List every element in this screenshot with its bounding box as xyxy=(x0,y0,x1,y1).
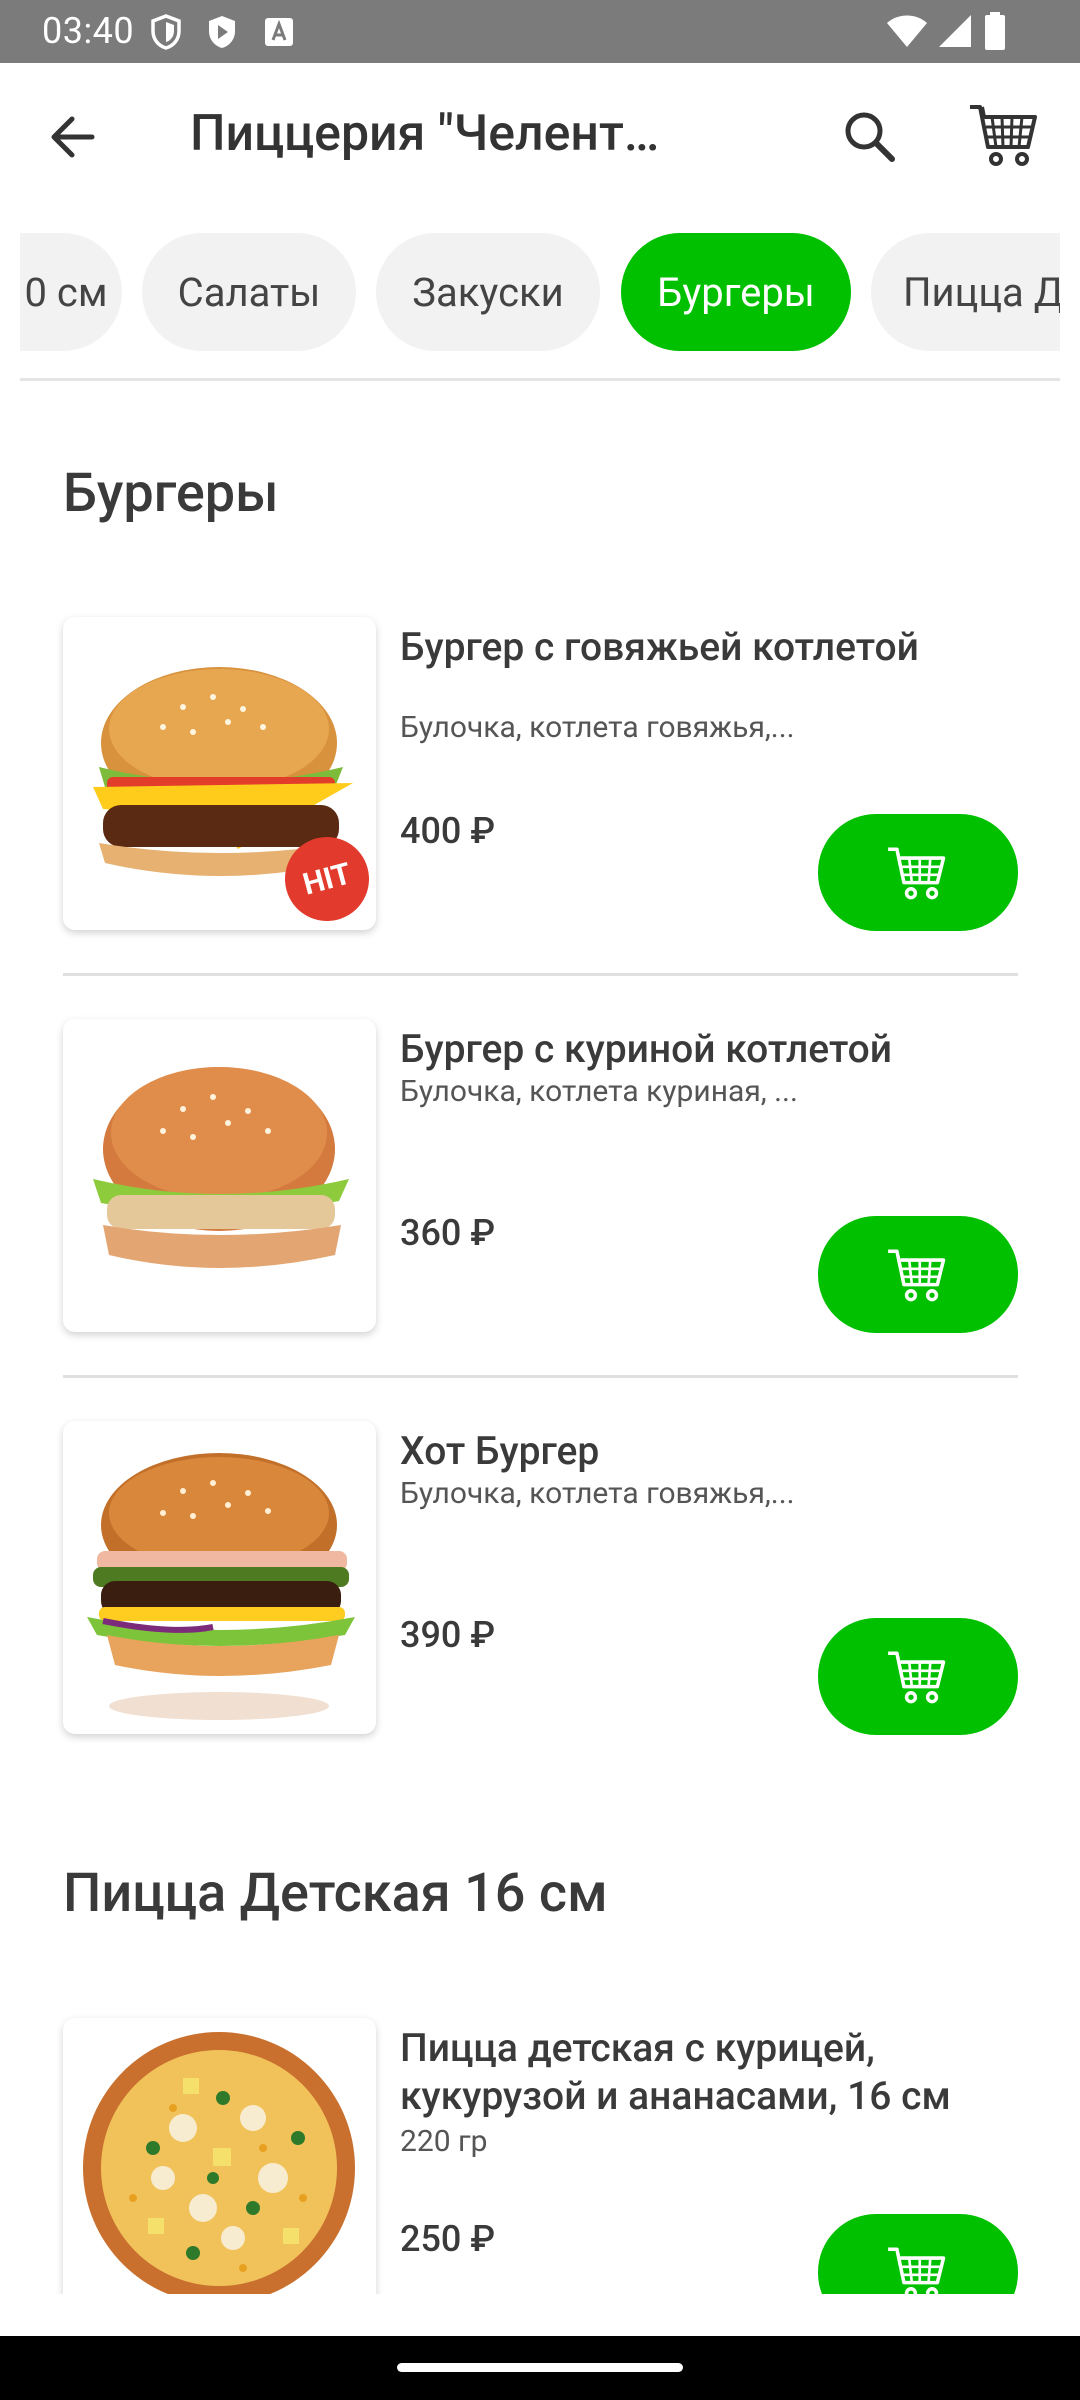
product-description: Булочка, котлета говяжья,... xyxy=(400,1476,795,1511)
cart-icon xyxy=(888,2247,946,2294)
tabs-divider xyxy=(20,378,1060,381)
section-title-burgers: Бургеры xyxy=(63,462,279,525)
product-description: Булочка, котлета куриная, ... xyxy=(400,1074,798,1109)
home-gesture-handle[interactable] xyxy=(397,2363,683,2372)
wifi-icon xyxy=(887,15,927,47)
add-to-cart-button[interactable] xyxy=(818,1618,1018,1735)
page-title: Пиццерия "Челент… xyxy=(190,105,660,163)
menu-item[interactable]: Хот Бургер Булочка, котлета говяжья,... … xyxy=(63,1421,1018,1741)
product-price: 400 ₽ xyxy=(400,810,496,852)
product-price: 390 ₽ xyxy=(400,1614,496,1656)
shield-icon xyxy=(151,14,181,50)
tab-kids-pizza[interactable]: Пицца Д xyxy=(871,233,1060,351)
app-bar: Пиццерия "Челент… xyxy=(0,63,1080,211)
section-title-kids-pizza: Пицца Детская 16 см xyxy=(63,1862,608,1925)
cart-icon[interactable] xyxy=(968,101,1040,171)
tab-snacks[interactable]: Закуски xyxy=(376,233,600,351)
add-to-cart-button[interactable] xyxy=(818,1216,1018,1333)
product-description: Булочка, котлета говяжья,... xyxy=(400,710,795,745)
menu-item[interactable]: Бургер с куриной котлетой Булочка, котле… xyxy=(63,1019,1018,1339)
product-image-chicken-burger xyxy=(63,1019,376,1332)
menu-item[interactable]: Пицца детская с курицей, кукурузой и ана… xyxy=(63,2018,1018,2294)
add-to-cart-button[interactable] xyxy=(818,814,1018,931)
menu-item[interactable]: HIT Бургер с говяжьей котлетой Булочка, … xyxy=(63,617,1018,937)
product-image-hot-burger xyxy=(63,1421,376,1734)
battery-icon xyxy=(985,12,1005,50)
status-time: 03:40 xyxy=(42,10,135,52)
play-protect-icon xyxy=(209,16,235,48)
product-image-beef-burger: HIT xyxy=(63,617,376,930)
product-image-kids-pizza xyxy=(63,2018,376,2294)
product-name: Бургер с говяжьей котлетой xyxy=(400,624,919,670)
tab-pizza-cm[interactable]: 0 см xyxy=(20,233,122,351)
tab-salads[interactable]: Салаты xyxy=(142,233,356,351)
product-price: 250 ₽ xyxy=(400,2218,496,2260)
signal-icon xyxy=(939,15,971,47)
system-navigation-bar xyxy=(0,2336,1080,2400)
item-divider xyxy=(63,1375,1018,1378)
tab-burgers[interactable]: Бургеры xyxy=(621,233,851,351)
item-divider xyxy=(63,973,1018,976)
back-arrow-icon[interactable] xyxy=(42,105,106,169)
product-price: 360 ₽ xyxy=(400,1212,496,1254)
category-tabs: 0 см Салаты Закуски Бургеры Пицца Д xyxy=(20,233,1060,353)
cart-icon xyxy=(888,847,946,899)
status-bar: 03:40 xyxy=(0,0,1080,63)
add-to-cart-button[interactable] xyxy=(818,2214,1018,2294)
product-name: Бургер с куриной котлетой xyxy=(400,1026,893,1072)
product-name: Хот Бургер xyxy=(400,1428,600,1474)
product-name: Пицца детская с курицей, кукурузой и ана… xyxy=(400,2025,951,2119)
list-clip: Пицца детская с курицей, кукурузой и ана… xyxy=(0,2010,1080,2294)
keyboard-a-icon xyxy=(265,18,293,46)
cart-icon xyxy=(888,1249,946,1301)
cart-icon xyxy=(888,1651,946,1703)
search-icon[interactable] xyxy=(838,105,902,169)
product-weight: 220 гр xyxy=(400,2124,488,2159)
